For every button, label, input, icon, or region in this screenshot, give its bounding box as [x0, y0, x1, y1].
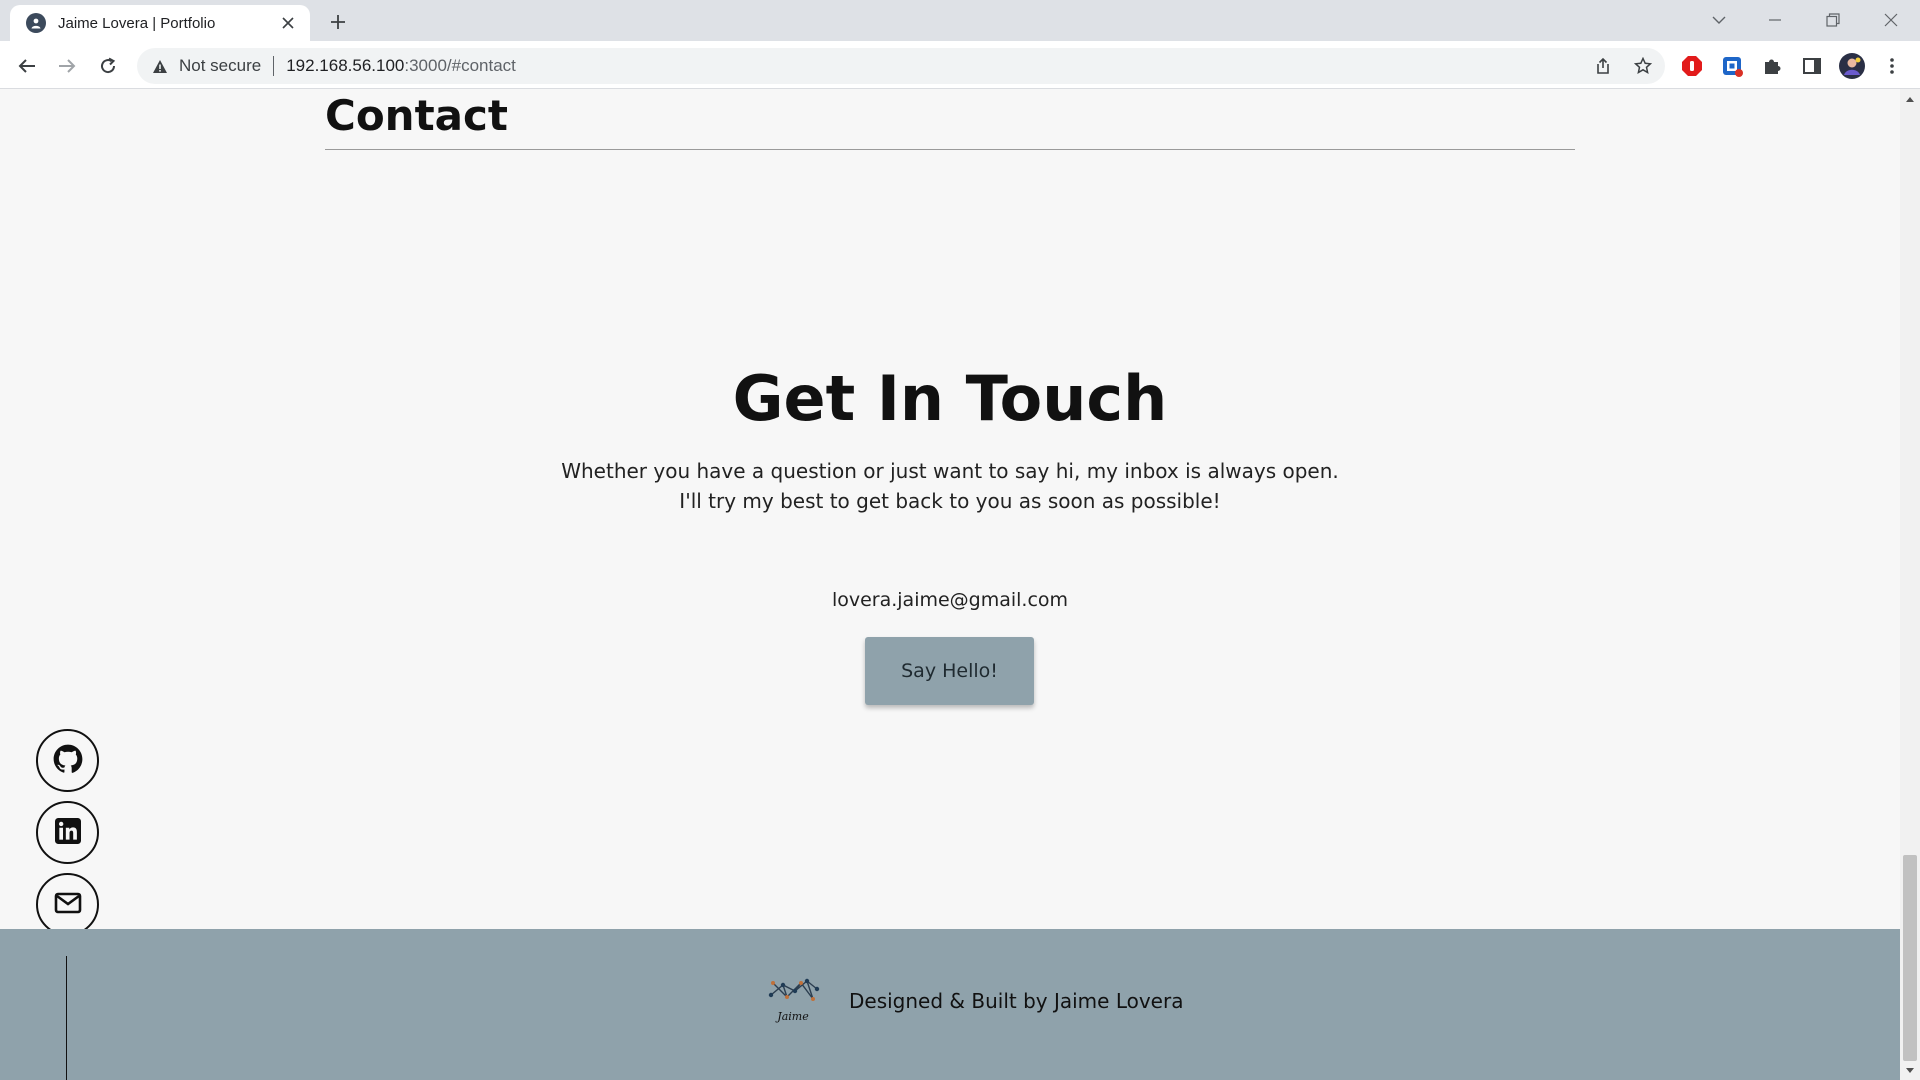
close-window-icon[interactable] [1868, 4, 1914, 36]
bookmark-star-icon[interactable] [1627, 48, 1659, 84]
security-label[interactable]: Not secure [179, 56, 261, 76]
tab-strip: Jaime Lovera | Portfolio [0, 0, 1920, 41]
say-hello-button[interactable]: Say Hello! [865, 637, 1034, 705]
omnibox-divider [273, 56, 275, 76]
warning-icon[interactable] [151, 57, 169, 75]
close-tab-icon[interactable] [278, 13, 298, 33]
minimize-icon[interactable] [1752, 4, 1798, 36]
section-title: Contact [325, 91, 508, 140]
url-text[interactable]: 192.168.56.100:3000/#contact [286, 56, 516, 76]
email-address: lovera.jaime@gmail.com [831, 589, 1069, 611]
contact-message-line-2: I'll try my best to get back to you as s… [679, 489, 1221, 513]
restore-icon[interactable] [1810, 4, 1856, 36]
scrollbar-thumb[interactable] [1903, 855, 1917, 1061]
scroll-up-icon[interactable] [1904, 93, 1916, 105]
bitwarden-extension-icon[interactable] [1717, 51, 1747, 81]
linkedin-link[interactable] [36, 801, 99, 864]
favicon-icon [26, 13, 46, 33]
logo-text: Jaime [775, 1010, 809, 1023]
github-link[interactable] [36, 729, 99, 792]
page-viewport: Contact Get In Touch Whether you have a … [0, 89, 1900, 1080]
address-bar[interactable]: Not secure 192.168.56.100:3000/#contact [137, 48, 1665, 84]
linkedin-icon [54, 817, 81, 848]
share-icon[interactable] [1587, 48, 1619, 84]
profile-avatar-icon[interactable] [1837, 51, 1867, 81]
tab-search-icon[interactable] [1696, 4, 1742, 36]
site-footer: Jaime Designed & Built by Jaime Lovera [0, 929, 1900, 1080]
social-rail-line [66, 956, 67, 1080]
github-icon [53, 744, 83, 778]
url-host: 192.168.56.100 [286, 56, 405, 75]
chrome-menu-icon[interactable] [1877, 51, 1907, 81]
extensions-puzzle-icon[interactable] [1757, 51, 1787, 81]
email-link[interactable] [36, 873, 99, 936]
tab-title: Jaime Lovera | Portfolio [58, 14, 216, 32]
page-scrollbar[interactable] [1900, 89, 1920, 1080]
adblock-extension-icon[interactable] [1677, 51, 1707, 81]
contact-message-line-1: Whether you have a question or just want… [561, 459, 1339, 483]
footer-credit: Designed & Built by Jaime Lovera [849, 989, 1184, 1013]
browser-tab[interactable]: Jaime Lovera | Portfolio [10, 5, 310, 41]
reload-icon[interactable] [93, 51, 123, 81]
back-icon[interactable] [12, 51, 42, 81]
browser-toolbar: Not secure 192.168.56.100:3000/#contact [0, 41, 1920, 89]
scroll-down-icon[interactable] [1904, 1064, 1916, 1076]
mail-icon [54, 892, 82, 918]
contact-headline: Get In Touch [732, 362, 1168, 435]
jaime-logo: Jaime [765, 973, 821, 1025]
new-tab-icon[interactable] [324, 8, 352, 36]
url-path: :3000/#contact [404, 56, 516, 75]
forward-icon[interactable] [52, 51, 82, 81]
side-panel-icon[interactable] [1797, 51, 1827, 81]
section-divider [325, 149, 1575, 150]
